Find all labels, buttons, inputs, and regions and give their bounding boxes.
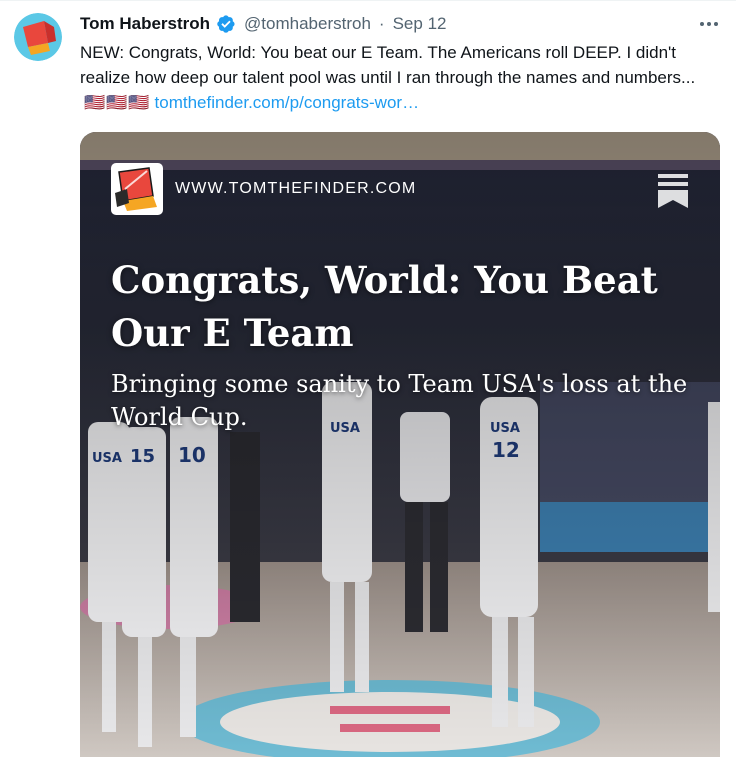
author-handle[interactable]: @tomhaberstroh: [244, 14, 371, 34]
author-name[interactable]: Tom Haberstroh: [80, 14, 210, 34]
site-logo: [111, 163, 163, 215]
card-domain: WWW.TOMTHEFINDER.COM: [175, 180, 417, 197]
flashlight-logo-icon: [14, 13, 62, 61]
card-photo-basketball-team: USA 15 10 USA USA 12: [80, 132, 720, 757]
verified-badge-icon: [217, 15, 235, 33]
tweet-link[interactable]: tomthefinder.com/p/congrats-wor…: [155, 93, 420, 112]
link-preview-card[interactable]: USA 15 10 USA USA 12 WWW.TOMTHEFINDER.CO…: [80, 132, 720, 757]
tweet-body: NEW: Congrats, World: You beat our E Tea…: [80, 43, 696, 87]
header-separator: ·: [378, 14, 385, 33]
tweet-date[interactable]: Sep 12: [393, 14, 447, 34]
more-options-button[interactable]: [698, 15, 720, 33]
tweet-text: NEW: Congrats, World: You beat our E Tea…: [80, 40, 720, 115]
author-avatar[interactable]: [14, 13, 62, 61]
tweet-header: Tom Haberstroh @tomhaberstroh · Sep 12: [80, 13, 446, 35]
card-subtitle: Bringing some sanity to Team USA's loss …: [111, 370, 688, 431]
us-flags-emoji: 🇺🇸🇺🇸🇺🇸: [84, 93, 151, 112]
more-options-icon: [700, 22, 718, 26]
flashlight-icon: [115, 167, 157, 211]
card-title: Congrats, World: You Beat Our E Team: [111, 258, 658, 355]
tweet[interactable]: Tom Haberstroh @tomhaberstroh · Sep 12 N…: [0, 0, 736, 757]
bookmark-icon[interactable]: [658, 174, 688, 208]
